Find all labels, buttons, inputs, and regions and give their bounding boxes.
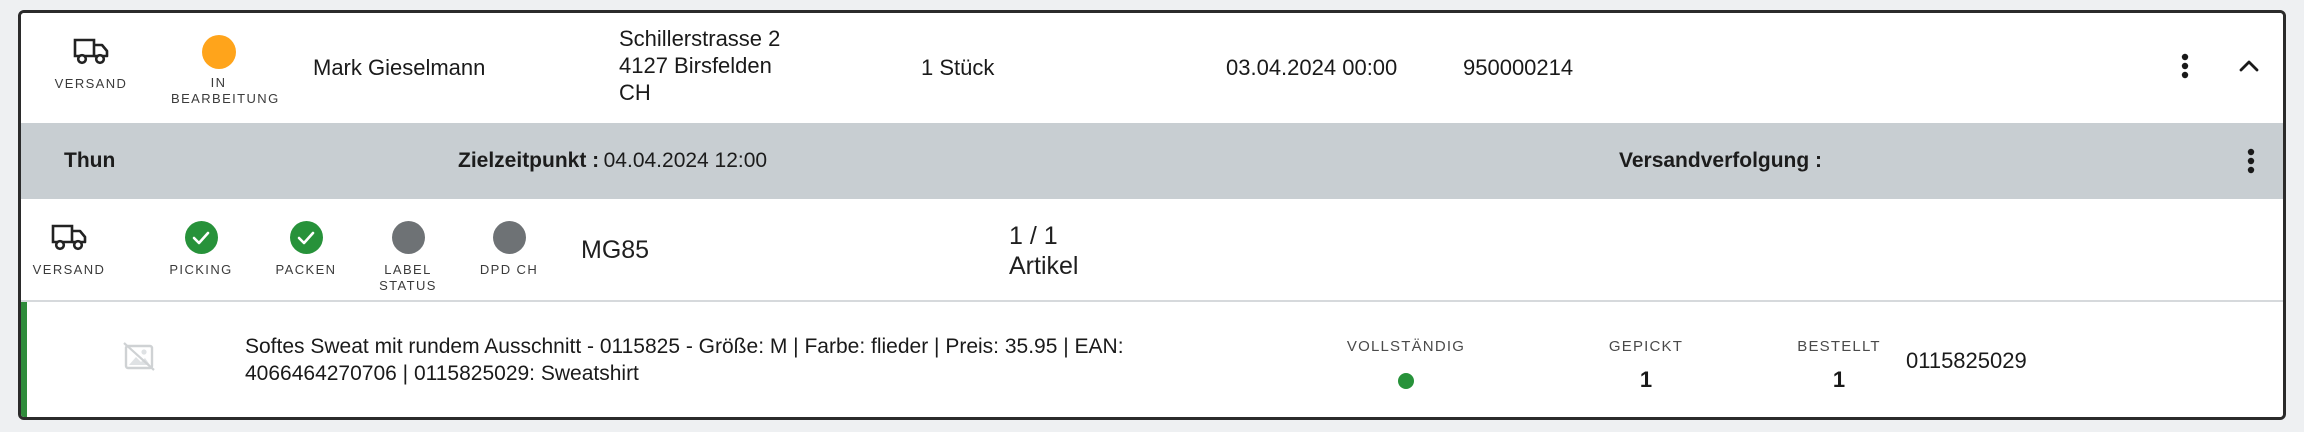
complete-indicator — [1398, 373, 1414, 389]
more-vertical-icon — [2247, 148, 2255, 174]
step-label-line1: LABEL — [384, 262, 432, 277]
article-description-line2: 4066464270706 | 0115825029: Sweatshirt — [245, 362, 639, 385]
order-quantity: 1 Stück — [921, 55, 995, 80]
target-time: Zielzeitpunkt : 04.04.2024 12:00 — [458, 149, 767, 173]
step-label-line2: STATUS — [379, 278, 437, 293]
step-packen: PACKEN — [261, 221, 351, 278]
step-picking: PICKING — [156, 221, 246, 278]
order-number: 950000214 — [1463, 55, 1574, 80]
order-header-row[interactable]: VERSAND IN BEARBEITUNG Mark Gieselmann S… — [21, 13, 2283, 123]
location-more-button[interactable] — [2233, 143, 2269, 179]
article-description: Softes Sweat mit rundem Ausschnitt - 011… — [245, 333, 1245, 387]
step-label: PACKEN — [275, 262, 337, 277]
status-indicator — [201, 35, 236, 69]
complete-label: VOLLSTÄNDIG — [1346, 338, 1466, 355]
article-count: 1 / 1 Artikel — [1009, 221, 1078, 281]
address-street: Schillerstrasse 2 — [619, 26, 781, 51]
truck-icon — [50, 221, 88, 256]
article-count-value: 1 / 1 — [1009, 222, 1058, 250]
step-done-indicator — [184, 221, 218, 254]
order-more-button[interactable] — [2167, 48, 2203, 84]
more-vertical-icon — [2181, 53, 2189, 79]
step-label: DPD CH — [479, 262, 539, 277]
ordered-value: 1 — [1832, 367, 1846, 392]
article-count-unit: Artikel — [1009, 252, 1079, 280]
step-label: PICKING — [169, 262, 233, 277]
step-pending-indicator — [391, 221, 425, 254]
complete-column: VOLLSTÄNDIG — [1321, 338, 1491, 389]
article-number: 0115825029 — [1906, 348, 2027, 373]
picked-value: 1 — [1639, 367, 1653, 392]
truck-icon — [72, 35, 110, 70]
shipping-type: VERSAND — [51, 35, 131, 92]
chevron-up-icon — [2239, 60, 2259, 72]
order-date: 03.04.2024 00:00 — [1226, 55, 1398, 80]
check-icon — [297, 231, 315, 244]
target-time-value: 04.04.2024 12:00 — [603, 149, 768, 172]
step-label: VERSAND — [32, 262, 106, 277]
address-country: CH — [619, 80, 651, 105]
collapse-button[interactable] — [2231, 48, 2267, 84]
check-icon — [192, 231, 210, 244]
shipment-status-row[interactable]: VERSAND PICKING PACKEN LABEL STATUS DPD … — [21, 199, 2283, 302]
shipping-type-label: VERSAND — [54, 76, 128, 91]
order-status: IN BEARBEITUNG — [171, 35, 280, 107]
step-done-indicator — [289, 221, 323, 254]
image-placeholder-icon — [121, 340, 157, 377]
article-description-line1: Softes Sweat mit rundem Ausschnitt - 011… — [245, 335, 1124, 358]
step-versand: VERSAND — [29, 221, 109, 278]
picked-column: GEPICKT 1 — [1586, 338, 1706, 393]
address-city: 4127 Birsfelden — [619, 53, 772, 78]
shipping-address: Schillerstrasse 2 4127 Birsfelden CH — [619, 25, 780, 106]
location-bar: Thun Zielzeitpunkt : 04.04.2024 12:00 Ve… — [21, 123, 2283, 199]
article-accent-bar — [21, 302, 27, 417]
tracking-label: Versandverfolgung : — [1619, 149, 1823, 172]
shipment-code: MG85 — [581, 236, 650, 264]
step-pending-indicator — [492, 221, 526, 254]
picked-label: GEPICKT — [1608, 338, 1684, 355]
customer-name: Mark Gieselmann — [313, 55, 486, 80]
step-dpd-ch: DPD CH — [464, 221, 554, 278]
ordered-label: BESTELLT — [1797, 338, 1881, 355]
order-card: VERSAND IN BEARBEITUNG Mark Gieselmann S… — [18, 10, 2286, 420]
target-time-label: Zielzeitpunkt : — [458, 149, 600, 172]
step-label-status: LABEL STATUS — [363, 221, 453, 294]
article-row[interactable]: Softes Sweat mit rundem Ausschnitt - 011… — [21, 302, 2283, 417]
ordered-column: BESTELLT 1 — [1779, 338, 1899, 393]
status-label: IN BEARBEITUNG — [171, 75, 280, 106]
location-name: Thun — [64, 149, 116, 172]
